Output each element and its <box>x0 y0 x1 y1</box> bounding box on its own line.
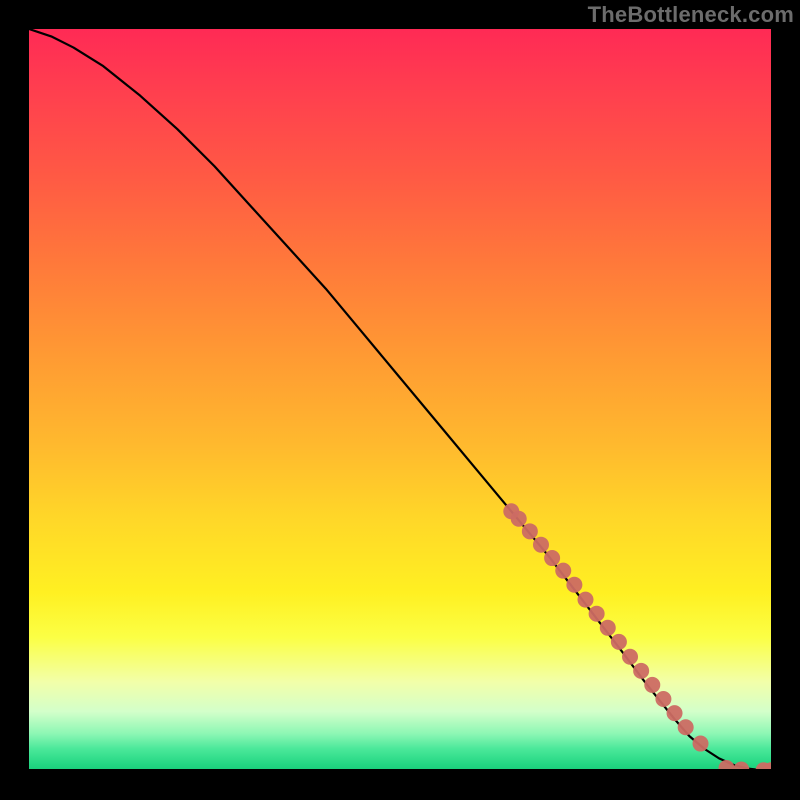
marker-point <box>644 677 660 693</box>
marker-point <box>678 719 694 735</box>
marker-point <box>511 511 527 527</box>
marker-point <box>566 577 582 593</box>
marker-point <box>655 691 671 707</box>
marker-point <box>533 537 549 553</box>
curve-line <box>29 29 771 770</box>
marker-point <box>522 523 538 539</box>
watermark-text: TheBottleneck.com <box>588 2 794 28</box>
marker-point <box>667 705 683 721</box>
chart-svg <box>29 29 771 771</box>
marker-point <box>589 606 605 622</box>
marker-point <box>633 663 649 679</box>
marker-point <box>555 563 571 579</box>
marker-point <box>600 620 616 636</box>
scatter-markers <box>503 503 771 771</box>
marker-point <box>544 550 560 566</box>
baseline <box>29 769 771 771</box>
marker-point <box>611 634 627 650</box>
marker-point <box>693 736 709 752</box>
marker-point <box>622 649 638 665</box>
marker-point <box>578 592 594 608</box>
chart-frame: TheBottleneck.com <box>0 0 800 800</box>
